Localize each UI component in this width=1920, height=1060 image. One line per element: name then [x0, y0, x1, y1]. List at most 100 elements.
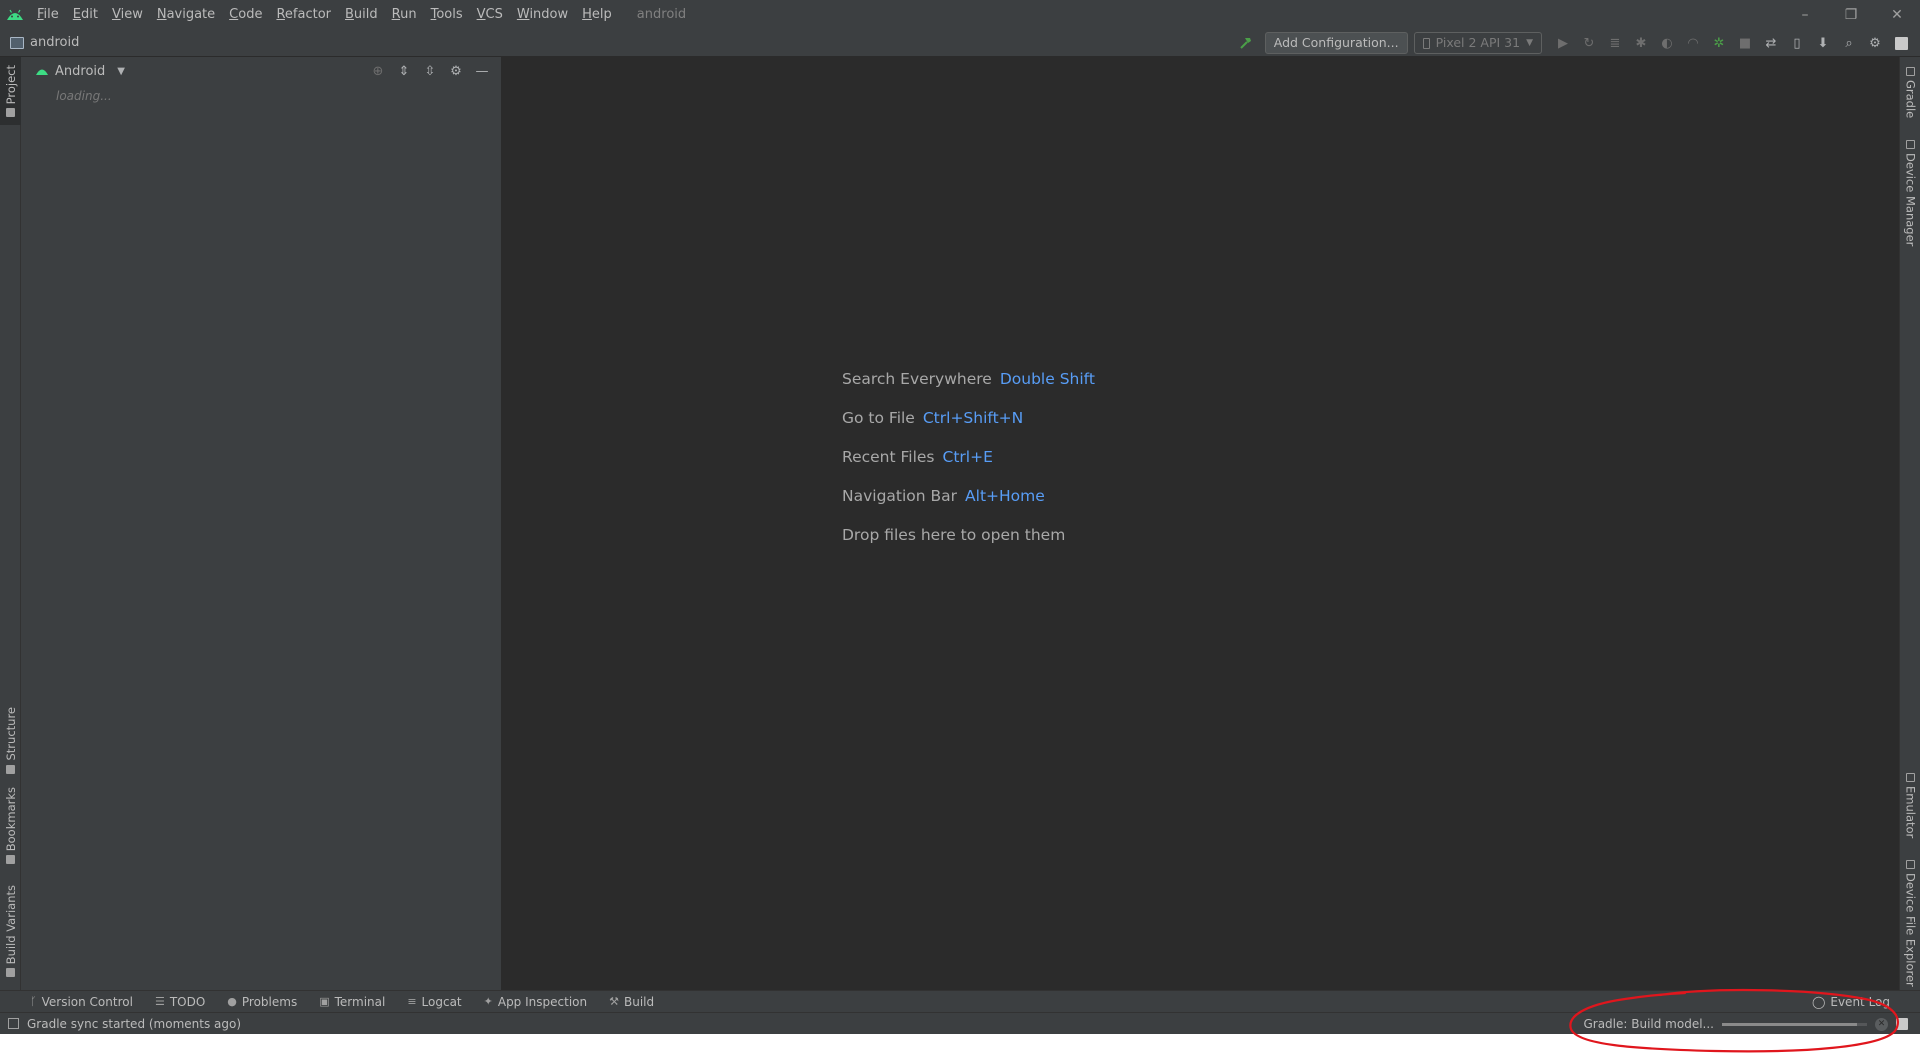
- tab-emulator-label: Emulator: [1903, 786, 1918, 839]
- tab-terminal[interactable]: ▣ Terminal: [319, 995, 385, 1009]
- hint-label: Search Everywhere: [842, 370, 992, 388]
- tab-device-file-explorer-label: Device File Explorer: [1903, 873, 1918, 987]
- tab-build-variants[interactable]: Build Variants: [0, 885, 21, 985]
- tab-app-inspection[interactable]: ✦ App Inspection: [484, 995, 587, 1009]
- build-hammer-icon[interactable]: [1233, 30, 1259, 56]
- emulator-icon: [1906, 773, 1915, 782]
- menu-code[interactable]: Code: [222, 0, 269, 29]
- android-studio-window: File Edit View Navigate Code Refactor Bu…: [0, 0, 1920, 1034]
- folder-icon: [6, 108, 15, 118]
- tab-bookmarks-label: Bookmarks: [3, 787, 18, 852]
- progress-bar-fill: [1722, 1022, 1857, 1026]
- menu-build[interactable]: Build: [338, 0, 385, 29]
- add-configuration-button[interactable]: Add Configuration...: [1264, 32, 1408, 54]
- menu-edit[interactable]: Edit: [66, 0, 105, 29]
- navigation-toolbar: android Add Configuration... Pixel 2 API…: [0, 29, 1920, 57]
- editor-area[interactable]: Search Everywhere Double Shift Go to File…: [502, 57, 1899, 990]
- hint-navigation-bar: Navigation Bar Alt+Home: [842, 487, 1095, 526]
- tab-device-file-explorer[interactable]: Device File Explorer: [1900, 860, 1920, 990]
- left-tool-stripe: Project Structure Bookmarks Build Varian…: [0, 57, 21, 990]
- tab-build-variants-label: Build Variants: [3, 885, 18, 965]
- tab-gradle-label: Gradle: [1903, 80, 1918, 119]
- tab-project-label: Project: [3, 65, 18, 105]
- debug-icon[interactable]: ✱: [1628, 30, 1654, 56]
- options-gear-icon[interactable]: ⚙: [445, 60, 467, 82]
- build-hammer-icon: ⚒: [609, 995, 619, 1008]
- run-icon[interactable]: ▶: [1550, 30, 1576, 56]
- menu-window[interactable]: Window: [510, 0, 575, 29]
- menu-help[interactable]: Help: [575, 0, 619, 29]
- apply-code-changes-icon[interactable]: ≣: [1602, 30, 1628, 56]
- terminal-icon: ▣: [319, 995, 330, 1008]
- chevron-down-icon: ▼: [117, 65, 125, 77]
- device-selector[interactable]: Pixel 2 API 31 ▼: [1413, 32, 1542, 54]
- app-inspection-icon: ✦: [483, 995, 493, 1008]
- search-icon[interactable]: ⌕: [1836, 30, 1862, 56]
- tab-structure-label: Structure: [3, 707, 18, 761]
- tab-structure[interactable]: Structure: [0, 707, 21, 777]
- menu-navigate[interactable]: Navigate: [150, 0, 222, 29]
- close-button[interactable]: ✕: [1874, 0, 1920, 29]
- background-task-indicator[interactable]: Gradle: Build model... ✕: [1583, 1013, 1908, 1035]
- loading-text: loading...: [56, 89, 112, 103]
- menu-tools[interactable]: Tools: [424, 0, 470, 29]
- progress-bar: [1722, 1022, 1867, 1026]
- breadcrumb[interactable]: android: [0, 35, 79, 50]
- menu-run[interactable]: Run: [385, 0, 424, 29]
- menu-refactor[interactable]: Refactor: [269, 0, 338, 29]
- notifications-icon[interactable]: [1896, 1018, 1908, 1030]
- tab-version-control[interactable]: ᚴ Version Control: [30, 995, 133, 1009]
- project-view-selector[interactable]: Android ▼: [35, 64, 125, 79]
- sync-gradle-icon[interactable]: ⇄: [1758, 30, 1784, 56]
- tab-device-manager[interactable]: Device Manager: [1900, 140, 1920, 275]
- hide-panel-icon[interactable]: —: [471, 60, 493, 82]
- account-icon[interactable]: [1888, 30, 1914, 56]
- list-icon: ☰: [154, 995, 165, 1008]
- cancel-icon[interactable]: ✕: [1875, 1017, 1888, 1031]
- tab-label: Event Log: [1830, 995, 1890, 1009]
- restore-button[interactable]: ❐: [1828, 0, 1874, 29]
- status-message[interactable]: Gradle sync started (moments ago): [27, 1017, 241, 1031]
- tab-build[interactable]: ⚒ Build: [609, 995, 654, 1009]
- menu-view[interactable]: View: [105, 0, 150, 29]
- hint-label: Navigation Bar: [842, 487, 958, 505]
- project-tool-window: Android ▼ ⊕ ⇕ ⇳ ⚙ — loading...: [21, 57, 502, 990]
- device-manager-icon[interactable]: ▯: [1784, 30, 1810, 56]
- tab-gradle[interactable]: Gradle: [1900, 67, 1920, 142]
- main-toolbar: Add Configuration... Pixel 2 API 31 ▼ ▶ …: [1233, 29, 1914, 57]
- tab-label: Version Control: [41, 994, 133, 1009]
- android-icon: [36, 69, 48, 75]
- hint-shortcut: Ctrl+E: [942, 448, 993, 466]
- tab-emulator[interactable]: Emulator: [1900, 773, 1920, 858]
- device-selector-label: Pixel 2 API 31: [1435, 35, 1521, 50]
- minimize-button[interactable]: –: [1782, 0, 1828, 29]
- tab-event-log[interactable]: ◯ Event Log: [1812, 991, 1890, 1013]
- tab-label: TODO: [169, 994, 206, 1009]
- tab-project[interactable]: Project: [0, 57, 21, 125]
- tab-label: Build: [623, 994, 655, 1009]
- progress-label: Gradle: Build model...: [1583, 1017, 1714, 1031]
- apply-changes-restart-icon[interactable]: ↻: [1576, 30, 1602, 56]
- hint-shortcut: Alt+Home: [965, 487, 1045, 505]
- tab-todo[interactable]: ☰ TODO: [155, 995, 205, 1009]
- menu-file[interactable]: File: [30, 0, 66, 29]
- chevron-down-icon: ▼: [1526, 38, 1533, 48]
- tab-bookmarks[interactable]: Bookmarks: [0, 787, 21, 872]
- toggle-tool-windows-icon[interactable]: [8, 1018, 19, 1029]
- profile-icon[interactable]: ◠: [1680, 30, 1706, 56]
- tab-problems[interactable]: ● Problems: [227, 995, 297, 1009]
- branch-icon: ᚴ: [30, 995, 37, 1008]
- attach-debugger-icon[interactable]: ✲: [1706, 30, 1732, 56]
- collapse-all-icon[interactable]: ⇳: [419, 60, 441, 82]
- stop-icon[interactable]: ■: [1732, 30, 1758, 56]
- settings-gear-icon[interactable]: ⚙: [1862, 30, 1888, 56]
- select-opened-file-icon[interactable]: ⊕: [367, 60, 389, 82]
- sdk-manager-icon[interactable]: ⬇: [1810, 30, 1836, 56]
- menu-vcs[interactable]: VCS: [470, 0, 510, 29]
- hint-go-to-file: Go to File Ctrl+Shift+N: [842, 409, 1095, 448]
- tab-logcat[interactable]: ≡ Logcat: [407, 995, 461, 1009]
- hint-shortcut: Double Shift: [999, 370, 1095, 388]
- run-with-coverage-icon[interactable]: ◐: [1654, 30, 1680, 56]
- tab-label: Logcat: [421, 994, 462, 1009]
- expand-all-icon[interactable]: ⇕: [393, 60, 415, 82]
